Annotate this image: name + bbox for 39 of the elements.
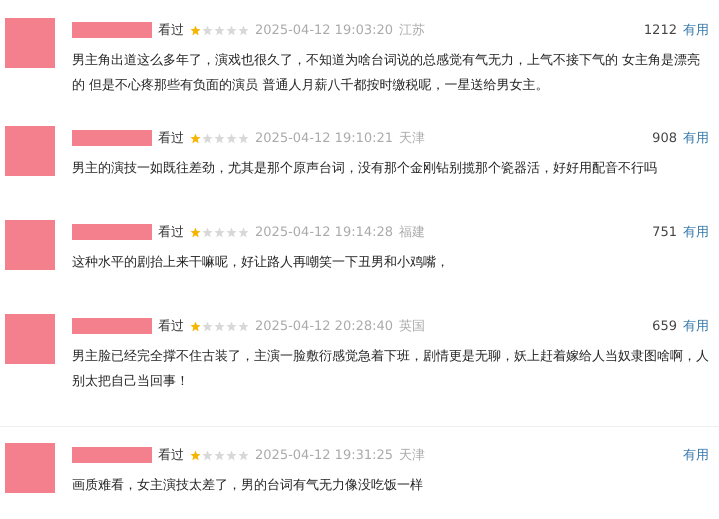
filled-star-icon	[190, 24, 201, 36]
avatar-placeholder	[5, 220, 55, 270]
review-time: 2025-04-12 19:03:20	[255, 22, 394, 38]
review-text: 这种水平的剧抬上来干嘛呢，好让路人再嘲笑一下丑男和小鸡嘴，	[72, 254, 450, 272]
watch-status: 看过	[158, 22, 184, 39]
filled-star-icon	[190, 320, 201, 332]
avatar-placeholder	[5, 18, 55, 68]
watch-status: 看过	[158, 447, 184, 464]
filled-star-icon	[190, 450, 201, 460]
review-text: 画质难看，女主演技太差了，男的台词有气无力像没吃饭一样	[72, 477, 424, 495]
useful-link[interactable]: 有用	[683, 317, 709, 335]
filled-star-icon	[190, 226, 201, 238]
filled-star-icon	[190, 132, 201, 144]
review-time: 2025-04-12 19:14:28	[255, 224, 394, 240]
watch-status: 看过	[158, 224, 184, 241]
avatar-placeholder	[5, 126, 55, 176]
avatar-placeholder	[5, 443, 55, 493]
review-location: 福建	[399, 224, 426, 241]
useful-link[interactable]: 有用	[683, 446, 709, 464]
avatar-placeholder	[5, 314, 55, 364]
review-text: 男主角出道这么多年了，演戏也很久了，不知道为啥台词说的总感觉有气无力，上气不接下气的 女主角是漂亮的 但是不心疼那些有负面的演员 普通人月薪八千都按时缴税呢，一星送给男女主。	[72, 52, 702, 95]
useful-link[interactable]: 有用	[683, 129, 709, 147]
watch-status: 看过	[158, 318, 184, 335]
review-time: 2025-04-12 20:28:40	[255, 318, 394, 334]
useful-link[interactable]: 有用	[683, 223, 709, 241]
review-text: 男主的演技一如既往差劲，尤其是那个原声台词，没有那个金刚钻别揽那个瓷器活，好好用配音不行吗	[72, 160, 658, 178]
useful-link[interactable]: 有用	[683, 21, 709, 39]
vote-count: 659	[652, 318, 677, 334]
review-text: 男主脸已经完全撑不住古装了，主演一脸敷衍感觉急着下班，剧情更是无聊，妖上赶着嫁给人当奴隶图啥啊，人别太把自己当回事！	[72, 348, 709, 391]
review-location: 天津	[399, 447, 426, 464]
review-location: 英国	[399, 318, 426, 335]
review-location: 天津	[399, 130, 426, 147]
vote-count: 908	[652, 130, 677, 146]
review-time: 2025-04-12 19:31:25	[255, 448, 394, 462]
review-time: 2025-04-12 19:10:21	[255, 130, 394, 146]
watch-status: 看过	[158, 130, 184, 147]
vote-count: 1212	[644, 22, 677, 38]
review-location: 江苏	[399, 22, 426, 39]
vote-count: 751	[652, 224, 677, 240]
